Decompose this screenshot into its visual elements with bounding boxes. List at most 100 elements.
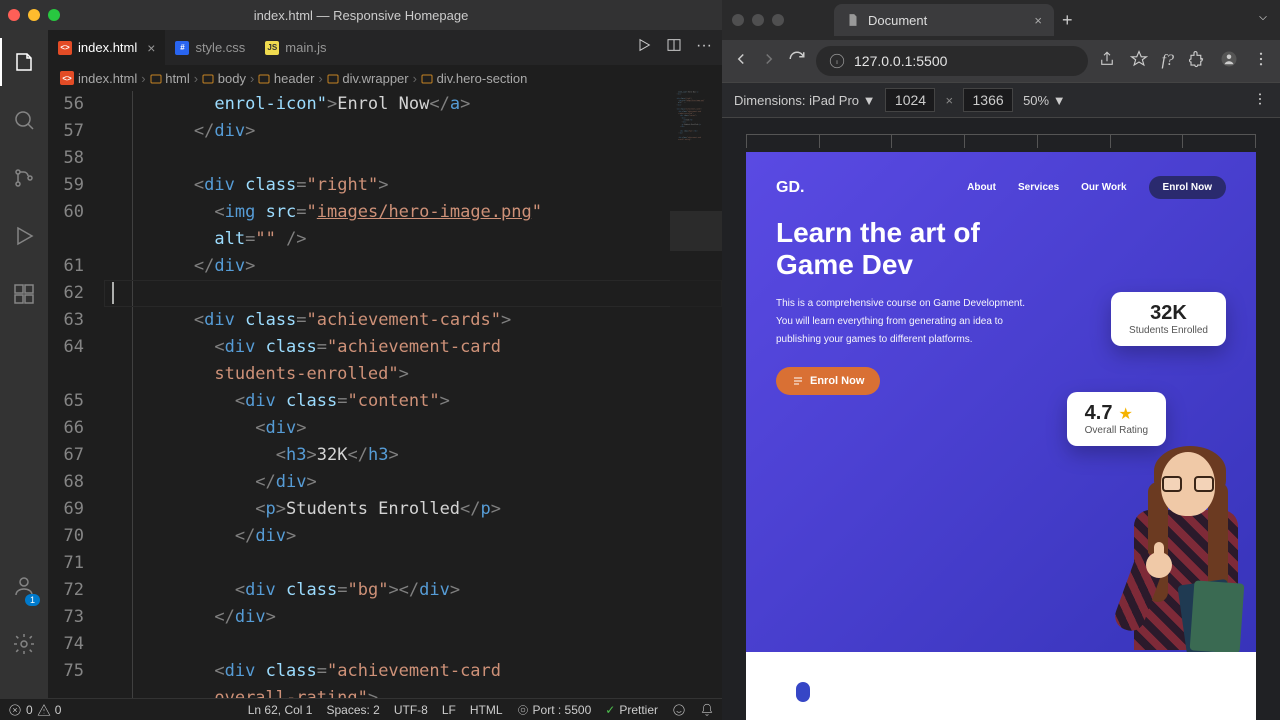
info-icon: [828, 52, 846, 70]
search-icon[interactable]: [0, 96, 48, 144]
profile-icon[interactable]: [1220, 50, 1238, 73]
editor: <> index.html × # style.css JS main.js ·…: [48, 30, 722, 698]
status-cursor[interactable]: Ln 62, Col 1: [248, 703, 313, 717]
viewport-height-input[interactable]: [963, 88, 1013, 112]
below-hero-section: [746, 652, 1256, 712]
minimap-slider[interactable]: [670, 211, 722, 251]
viewport-width-input[interactable]: [885, 88, 935, 112]
url-text: 127.0.0.1:5500: [854, 53, 947, 69]
run-debug-icon[interactable]: [0, 212, 48, 260]
nav-link-services[interactable]: Services: [1018, 182, 1059, 193]
status-feedback-icon[interactable]: [672, 703, 686, 717]
status-lang[interactable]: HTML: [470, 703, 503, 717]
breadcrumbs[interactable]: <> index.html › html › body › header › d…: [48, 65, 722, 91]
breadcrumb-item: body: [202, 71, 246, 86]
browser-toolbar: 127.0.0.1:5500 f?: [722, 40, 1280, 82]
responsive-ruler[interactable]: [746, 134, 1256, 148]
menu-icon[interactable]: [1252, 50, 1270, 73]
split-editor-icon[interactable]: [666, 37, 682, 58]
tab-label: main.js: [285, 40, 326, 55]
js-file-icon: JS: [265, 41, 279, 55]
html-file-icon: <>: [58, 41, 72, 55]
html-file-icon: <>: [60, 71, 74, 85]
status-bell-icon[interactable]: [700, 703, 714, 717]
close-window-icon[interactable]: [732, 14, 744, 26]
status-bar: 0 0 Ln 62, Col 1 Spaces: 2 UTF-8 LF HTML…: [0, 698, 722, 720]
hero-headline: Learn the art ofGame Dev: [776, 217, 1226, 281]
tab-style-css[interactable]: # style.css: [165, 30, 255, 65]
accounts-badge: 1: [25, 594, 40, 606]
more-icon[interactable]: ···: [696, 37, 712, 58]
source-control-icon[interactable]: [0, 154, 48, 202]
font-icon[interactable]: f?: [1162, 52, 1174, 70]
vscode-window: index.html — Responsive Homepage 1: [0, 0, 722, 720]
forward-icon[interactable]: [760, 50, 778, 73]
breadcrumb-item: div.wrapper: [327, 71, 409, 86]
browser-titlebar: Document × +: [722, 0, 1280, 40]
navbar: GD. About Services Our Work Enrol Now: [776, 176, 1226, 199]
dimension-x: ×: [945, 93, 953, 108]
accounts-icon[interactable]: 1: [0, 562, 48, 610]
students-value: 32K: [1129, 302, 1208, 325]
new-tab-icon[interactable]: +: [1062, 10, 1073, 31]
nav-link-about[interactable]: About: [967, 182, 996, 193]
devtools-menu-icon[interactable]: [1252, 91, 1268, 110]
tab-index-html[interactable]: <> index.html ×: [48, 30, 165, 65]
hero-section: GD. About Services Our Work Enrol Now Le…: [746, 152, 1256, 652]
hero-description: This is a comprehensive course on Game D…: [776, 295, 1026, 349]
back-icon[interactable]: [732, 50, 750, 73]
breadcrumb-item: header: [258, 71, 314, 86]
enrol-button[interactable]: Enrol Now: [776, 367, 880, 395]
address-bar[interactable]: 127.0.0.1:5500: [816, 46, 1088, 76]
status-spaces[interactable]: Spaces: 2: [326, 703, 379, 717]
minimize-window-icon[interactable]: [752, 14, 764, 26]
status-encoding[interactable]: UTF-8: [394, 703, 428, 717]
extensions-icon[interactable]: [0, 270, 48, 318]
maximize-window-icon[interactable]: [772, 14, 784, 26]
settings-icon[interactable]: [0, 620, 48, 668]
activity-bar: 1: [0, 30, 48, 698]
preview-viewport: GD. About Services Our Work Enrol Now Le…: [722, 118, 1280, 720]
run-icon[interactable]: [636, 37, 652, 58]
browser-window-controls: [732, 14, 784, 26]
status-prettier[interactable]: ✓ Prettier: [605, 703, 658, 717]
line-numbers: 5657585960616263646566676869707172737475: [48, 91, 104, 698]
browser-tab[interactable]: Document ×: [834, 4, 1054, 36]
breadcrumb-item: div.hero-section: [421, 71, 527, 86]
breadcrumb-item: html: [150, 71, 190, 86]
reload-icon[interactable]: [788, 50, 806, 73]
extensions-icon[interactable]: [1188, 50, 1206, 73]
explorer-icon[interactable]: [0, 38, 48, 86]
tab-main-js[interactable]: JS main.js: [255, 30, 336, 65]
nav-enrol-button[interactable]: Enrol Now: [1149, 176, 1226, 199]
tab-close-icon[interactable]: ×: [1034, 13, 1042, 28]
enrol-icon: [792, 375, 804, 387]
css-file-icon: #: [175, 41, 189, 55]
minimap[interactable]: enrol-icon">Enrol Now</a> </div> <div cl…: [670, 91, 722, 698]
hero-image: [1076, 412, 1256, 652]
students-label: Students Enrolled: [1129, 325, 1208, 336]
document-icon: [846, 13, 860, 27]
nav-link-our-work[interactable]: Our Work: [1081, 182, 1126, 193]
bookmark-icon[interactable]: [1130, 50, 1148, 73]
share-icon[interactable]: [1098, 50, 1116, 73]
tab-label: style.css: [195, 40, 245, 55]
students-card: 32K Students Enrolled: [1111, 292, 1226, 346]
editor-tabs: <> index.html × # style.css JS main.js ·…: [48, 30, 722, 65]
status-eol[interactable]: LF: [442, 703, 456, 717]
tabs-dropdown-icon[interactable]: [1256, 11, 1270, 30]
zoom-select[interactable]: 50% ▼: [1023, 93, 1066, 108]
code-area[interactable]: 5657585960616263646566676869707172737475…: [48, 91, 722, 698]
browser-window: Document × + 127.0.0.1:5500 f? Dimension…: [722, 0, 1280, 720]
tab-close-icon[interactable]: ×: [147, 40, 155, 56]
browser-tab-title: Document: [868, 13, 927, 28]
page-preview[interactable]: GD. About Services Our Work Enrol Now Le…: [746, 152, 1256, 720]
devtools-device-bar: Dimensions: iPad Pro ▼ × 50% ▼: [722, 82, 1280, 118]
status-errors[interactable]: 0 0: [8, 703, 61, 717]
status-port[interactable]: Port : 5500: [517, 703, 592, 717]
window-title: index.html — Responsive Homepage: [0, 8, 722, 23]
titlebar: index.html — Responsive Homepage: [0, 0, 722, 30]
tab-label: index.html: [78, 40, 137, 55]
logo[interactable]: GD.: [776, 179, 804, 197]
device-select[interactable]: Dimensions: iPad Pro ▼: [734, 93, 875, 108]
